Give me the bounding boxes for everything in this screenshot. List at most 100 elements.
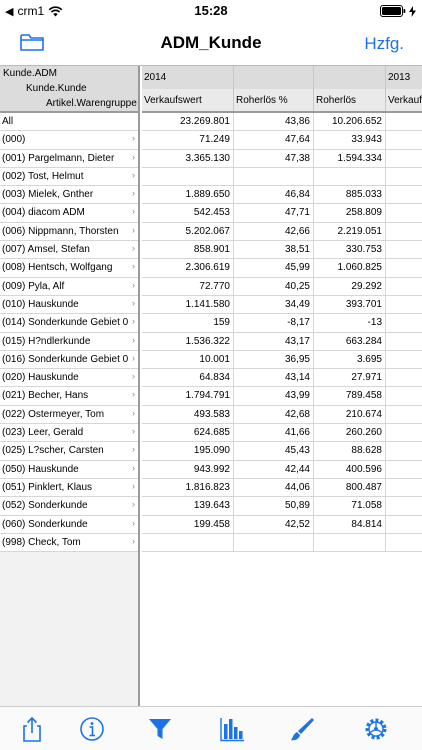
row-header[interactable]: (052) Sonderkunde › (0, 497, 138, 516)
cell-roherloes-pct[interactable] (234, 533, 314, 552)
row-header[interactable]: (020) Hauskunde › (0, 369, 138, 388)
row-level-1-label[interactable]: Kunde.ADM (3, 68, 57, 79)
cell-roherloes-pct[interactable]: 42,44 (234, 460, 314, 479)
chevron-right-icon[interactable]: › (132, 170, 135, 180)
cell-verkaufswert[interactable] (142, 533, 234, 552)
row-header[interactable]: (015) H?ndlerkunde › (0, 332, 138, 351)
cell-verkaufswert-2013[interactable] (386, 186, 422, 204)
cell-verkaufswert-2013[interactable] (386, 314, 422, 332)
row-header[interactable]: (007) Amsel, Stefan › (0, 241, 138, 260)
row-level-3-label[interactable]: Artikel.Warengruppe (46, 98, 137, 109)
cell-roherloes-pct[interactable]: 43,17 (234, 332, 314, 351)
cell-verkaufswert[interactable]: 624.685 (142, 424, 234, 443)
cell-verkaufswert-2013[interactable] (386, 424, 422, 442)
cell-roherloes-pct[interactable]: 50,89 (234, 497, 314, 516)
cell-roherloes[interactable]: 260.260 (314, 424, 386, 443)
column-header-roherloes[interactable]: Roherlös (314, 89, 386, 111)
row-header[interactable]: (060) Sonderkunde › (0, 515, 138, 534)
cell-roherloes[interactable]: 88.628 (314, 442, 386, 461)
chevron-right-icon[interactable]: › (132, 499, 135, 509)
cell-roherloes[interactable]: 29.292 (314, 277, 386, 296)
column-header-roherloes-pct[interactable]: Roherlös % (234, 89, 314, 111)
cell-verkaufswert-2013[interactable] (386, 461, 422, 479)
cell-verkaufswert-2013[interactable] (386, 150, 422, 168)
cell-roherloes[interactable]: 10.206.652 (314, 113, 386, 131)
row-header[interactable]: (001) Pargelmann, Dieter › (0, 149, 138, 168)
cell-verkaufswert[interactable]: 159 (142, 314, 234, 333)
cell-roherloes-pct[interactable]: 41,66 (234, 424, 314, 443)
cell-verkaufswert[interactable]: 71.249 (142, 131, 234, 150)
chevron-right-icon[interactable]: › (132, 426, 135, 436)
chevron-right-icon[interactable]: › (132, 152, 135, 162)
cell-roherloes-pct[interactable]: 38,51 (234, 241, 314, 260)
chevron-right-icon[interactable]: › (132, 536, 135, 546)
chevron-right-icon[interactable]: › (132, 188, 135, 198)
chevron-right-icon[interactable]: › (132, 298, 135, 308)
chevron-right-icon[interactable]: › (132, 335, 135, 345)
year-header-2013[interactable]: 2013 (386, 66, 422, 89)
row-header[interactable]: (051) Pinklert, Klaus › (0, 478, 138, 498)
cell-roherloes[interactable]: 800.487 (314, 478, 386, 497)
cell-roherloes-pct[interactable]: 34,49 (234, 295, 314, 314)
cell-verkaufswert[interactable]: 64.834 (142, 369, 234, 388)
cell-roherloes-pct[interactable]: 47,71 (234, 204, 314, 223)
cell-verkaufswert[interactable]: 195.090 (142, 442, 234, 461)
row-header[interactable]: (003) Mielek, Gnther › (0, 186, 138, 205)
cell-verkaufswert-2013[interactable] (386, 406, 422, 424)
cell-verkaufswert-2013[interactable] (386, 296, 422, 314)
row-header[interactable]: (998) Check, Tom › (0, 533, 138, 553)
cell-roherloes-pct[interactable]: 36,95 (234, 350, 314, 369)
cell-verkaufswert[interactable]: 493.583 (142, 405, 234, 424)
column-header-verkaufswert-2013[interactable]: Verkaufs (386, 89, 422, 111)
cell-verkaufswert[interactable]: 3.365.130 (142, 149, 234, 168)
cell-roherloes[interactable]: 33.943 (314, 131, 386, 150)
cell-verkaufswert-2013[interactable] (386, 223, 422, 241)
chevron-right-icon[interactable]: › (132, 133, 135, 143)
chevron-right-icon[interactable]: › (132, 408, 135, 418)
cell-verkaufswert-2013[interactable] (386, 351, 422, 369)
cell-roherloes[interactable]: 210.674 (314, 405, 386, 424)
row-header[interactable]: (008) Hentsch, Wolfgang › (0, 259, 138, 278)
cell-roherloes-pct[interactable]: 47,38 (234, 149, 314, 168)
cell-roherloes[interactable]: 258.809 (314, 204, 386, 223)
cell-roherloes[interactable]: 885.033 (314, 186, 386, 205)
cell-roherloes[interactable]: 400.596 (314, 460, 386, 479)
column-header-verkaufswert[interactable]: Verkaufswert (142, 89, 234, 111)
cell-roherloes[interactable]: -13 (314, 314, 386, 333)
cell-roherloes-pct[interactable]: 45,99 (234, 259, 314, 278)
row-header[interactable]: (006) Nippmann, Thorsten › (0, 222, 138, 242)
settings-icon[interactable] (362, 715, 390, 743)
cell-roherloes-pct[interactable]: 45,43 (234, 442, 314, 461)
cell-verkaufswert[interactable] (142, 167, 234, 186)
cell-verkaufswert-2013[interactable] (386, 241, 422, 259)
cell-verkaufswert[interactable]: 1.889.650 (142, 186, 234, 205)
chevron-right-icon[interactable]: › (132, 518, 135, 528)
row-header[interactable]: (010) Hauskunde › (0, 295, 138, 315)
chart-icon[interactable] (218, 715, 246, 743)
cell-verkaufswert[interactable]: 2.306.619 (142, 259, 234, 278)
cell-verkaufswert[interactable]: 542.453 (142, 204, 234, 223)
cell-verkaufswert[interactable]: 5.202.067 (142, 222, 234, 241)
cell-roherloes-pct[interactable]: 43,86 (234, 113, 314, 131)
cell-verkaufswert[interactable]: 858.901 (142, 241, 234, 260)
row-header[interactable]: (023) Leer, Gerald › (0, 424, 138, 443)
row-header[interactable]: All (0, 113, 138, 132)
cell-roherloes[interactable]: 663.284 (314, 332, 386, 351)
row-header[interactable]: (050) Hauskunde › (0, 460, 138, 479)
row-header[interactable]: (002) Tost, Helmut › (0, 167, 138, 187)
cell-verkaufswert[interactable]: 1.816.823 (142, 478, 234, 497)
cell-verkaufswert-2013[interactable] (386, 369, 422, 387)
cell-verkaufswert-2013[interactable] (386, 259, 422, 277)
chevron-right-icon[interactable]: › (132, 389, 135, 399)
chevron-right-icon[interactable]: › (132, 243, 135, 253)
cell-roherloes-pct[interactable]: 40,25 (234, 277, 314, 296)
cell-roherloes-pct[interactable]: -8,17 (234, 314, 314, 333)
chevron-right-icon[interactable]: › (132, 316, 135, 326)
cell-roherloes-pct[interactable] (234, 167, 314, 186)
cell-roherloes[interactable]: 2.219.051 (314, 222, 386, 241)
cell-verkaufswert[interactable]: 23.269.801 (142, 113, 234, 131)
cell-roherloes[interactable]: 393.701 (314, 295, 386, 314)
cell-roherloes-pct[interactable]: 44,06 (234, 478, 314, 497)
cell-verkaufswert-2013[interactable] (386, 534, 422, 552)
cell-verkaufswert[interactable]: 199.458 (142, 515, 234, 534)
